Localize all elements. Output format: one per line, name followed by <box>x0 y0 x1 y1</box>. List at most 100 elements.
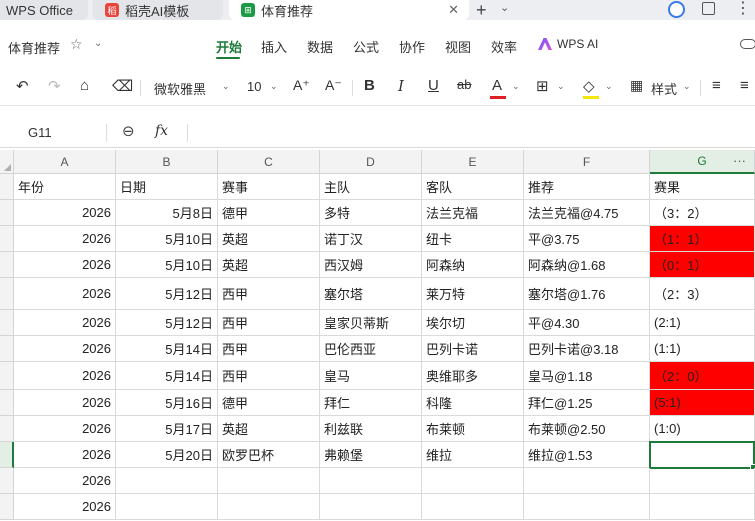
column-header-a[interactable]: A <box>14 150 116 174</box>
cell-away-team[interactable]: 科隆 <box>422 390 524 416</box>
wps-ai-button[interactable]: WPS AI <box>538 37 598 51</box>
header-cell-pick[interactable]: 推荐 <box>524 174 650 200</box>
row-header-13[interactable] <box>0 494 14 520</box>
row-header-10[interactable] <box>0 416 14 442</box>
select-all-corner[interactable] <box>0 150 14 174</box>
cell-result[interactable]: （0：1） <box>650 252 755 278</box>
font-name-select[interactable]: 微软雅黑 <box>154 79 206 98</box>
menu-data[interactable]: 数据 <box>307 37 333 56</box>
cell-date[interactable]: 5月10日 <box>116 226 218 252</box>
column-header-b[interactable]: B <box>116 150 218 174</box>
cell-pick[interactable]: 布莱顿@2.50 <box>524 416 650 442</box>
redo-icon[interactable]: ↷ <box>48 77 61 95</box>
row-header-3[interactable] <box>0 226 14 252</box>
cell-away-team[interactable]: 阿森纳 <box>422 252 524 278</box>
cell-away-team[interactable]: 莱万特 <box>422 278 524 310</box>
menu-efficiency[interactable]: 效率 <box>491 37 517 56</box>
cell-result[interactable] <box>650 442 755 468</box>
cell-league[interactable]: 西甲 <box>218 278 320 310</box>
header-cell-away-team[interactable]: 客队 <box>422 174 524 200</box>
cell-result[interactable]: （2：0） <box>650 362 755 390</box>
column-menu-icon[interactable]: ··· <box>733 153 746 168</box>
cell-date[interactable]: 5月10日 <box>116 252 218 278</box>
cell-home-team[interactable]: 巴伦西亚 <box>320 336 422 362</box>
cell-league[interactable]: 西甲 <box>218 362 320 390</box>
cell-result[interactable] <box>650 468 755 494</box>
menu-collaborate[interactable]: 协作 <box>399 37 425 56</box>
tab-docer-ai-templates[interactable]: 稻 稻壳AI模板 <box>93 0 223 20</box>
cell-home-team[interactable]: 利兹联 <box>320 416 422 442</box>
cell-result[interactable] <box>650 494 755 520</box>
cell-home-team[interactable]: 塞尔塔 <box>320 278 422 310</box>
italic-icon[interactable]: I <box>398 77 404 95</box>
cell-pick[interactable]: 皇马@1.18 <box>524 362 650 390</box>
cell-league[interactable]: 德甲 <box>218 390 320 416</box>
cell-date[interactable]: 5月12日 <box>116 310 218 336</box>
cell-result[interactable]: (2:1) <box>650 310 755 336</box>
avatar[interactable] <box>668 1 685 18</box>
cell-home-team[interactable]: 诺丁汉 <box>320 226 422 252</box>
chevron-down-icon[interactable]: ⌄ <box>94 38 102 49</box>
cell-year[interactable]: 2026 <box>14 200 116 226</box>
formula-input[interactable] <box>196 125 746 141</box>
tab-sports-recommend[interactable]: ⊞ 体育推荐 ✕ <box>229 0 469 20</box>
menu-home[interactable]: 开始 <box>216 37 242 56</box>
column-header-c[interactable]: C <box>218 150 320 174</box>
cell-pick[interactable]: 巴列卡诺@3.18 <box>524 336 650 362</box>
cell-year[interactable]: 2026 <box>14 226 116 252</box>
cell-league[interactable] <box>218 494 320 520</box>
cell-pick[interactable]: 拜仁@1.25 <box>524 390 650 416</box>
cell-date[interactable]: 5月8日 <box>116 200 218 226</box>
column-header-e[interactable]: E <box>422 150 524 174</box>
cell-style-chevron-icon[interactable]: ⌄ <box>683 81 691 92</box>
fill-color-chevron-icon[interactable]: ⌄ <box>605 81 613 92</box>
cloud-icon[interactable] <box>740 39 755 49</box>
cell-away-team[interactable]: 奥维耶多 <box>422 362 524 390</box>
cell-date[interactable]: 5月14日 <box>116 362 218 390</box>
tab-list-chevron-icon[interactable]: ⌄ <box>500 1 509 14</box>
cell-year[interactable]: 2026 <box>14 362 116 390</box>
cell-away-team[interactable] <box>422 494 524 520</box>
cell-away-team[interactable]: 埃尔切 <box>422 310 524 336</box>
cell-league[interactable]: 西甲 <box>218 310 320 336</box>
function-icon[interactable]: fx <box>155 123 168 139</box>
cell-pick[interactable]: 法兰克福@4.75 <box>524 200 650 226</box>
align-center-icon[interactable]: ≡ <box>740 77 749 94</box>
cell-date[interactable]: 5月17日 <box>116 416 218 442</box>
cell-date[interactable]: 5月14日 <box>116 336 218 362</box>
cell-date[interactable]: 5月16日 <box>116 390 218 416</box>
cell-result[interactable]: （2：3） <box>650 278 755 310</box>
cell-home-team[interactable]: 西汉姆 <box>320 252 422 278</box>
search-icon[interactable]: ⊖ <box>122 122 135 140</box>
row-header-2[interactable] <box>0 200 14 226</box>
cell-year[interactable]: 2026 <box>14 494 116 520</box>
strikethrough-icon[interactable]: ab <box>457 77 471 92</box>
cell-result[interactable]: (1:0) <box>650 416 755 442</box>
header-cell-year[interactable]: 年份 <box>14 174 116 200</box>
align-left-icon[interactable]: ≡ <box>712 77 721 94</box>
menu-insert[interactable]: 插入 <box>261 37 287 56</box>
row-header-5[interactable] <box>0 278 14 310</box>
cell-year[interactable]: 2026 <box>14 390 116 416</box>
cell-date[interactable]: 5月20日 <box>116 442 218 468</box>
row-header-6[interactable] <box>0 310 14 336</box>
cell-away-team[interactable] <box>422 468 524 494</box>
header-cell-league[interactable]: 赛事 <box>218 174 320 200</box>
bold-icon[interactable]: B <box>364 77 375 94</box>
cell-league[interactable]: 英超 <box>218 252 320 278</box>
cell-result[interactable]: (1:1) <box>650 336 755 362</box>
cell-year[interactable]: 2026 <box>14 442 116 468</box>
cell-pick[interactable]: 平@3.75 <box>524 226 650 252</box>
cell-pick[interactable] <box>524 468 650 494</box>
cell-home-team[interactable]: 多特 <box>320 200 422 226</box>
row-header-8[interactable] <box>0 362 14 390</box>
cell-year[interactable]: 2026 <box>14 252 116 278</box>
font-color-icon[interactable]: A <box>492 77 502 94</box>
font-color-chevron-icon[interactable]: ⌄ <box>512 81 520 92</box>
cell-date[interactable] <box>116 468 218 494</box>
borders-icon[interactable]: ⊞ <box>536 77 549 95</box>
borders-chevron-icon[interactable]: ⌄ <box>557 81 565 92</box>
cell-league[interactable]: 英超 <box>218 416 320 442</box>
row-header-11[interactable] <box>0 442 14 468</box>
cell-home-team[interactable] <box>320 494 422 520</box>
